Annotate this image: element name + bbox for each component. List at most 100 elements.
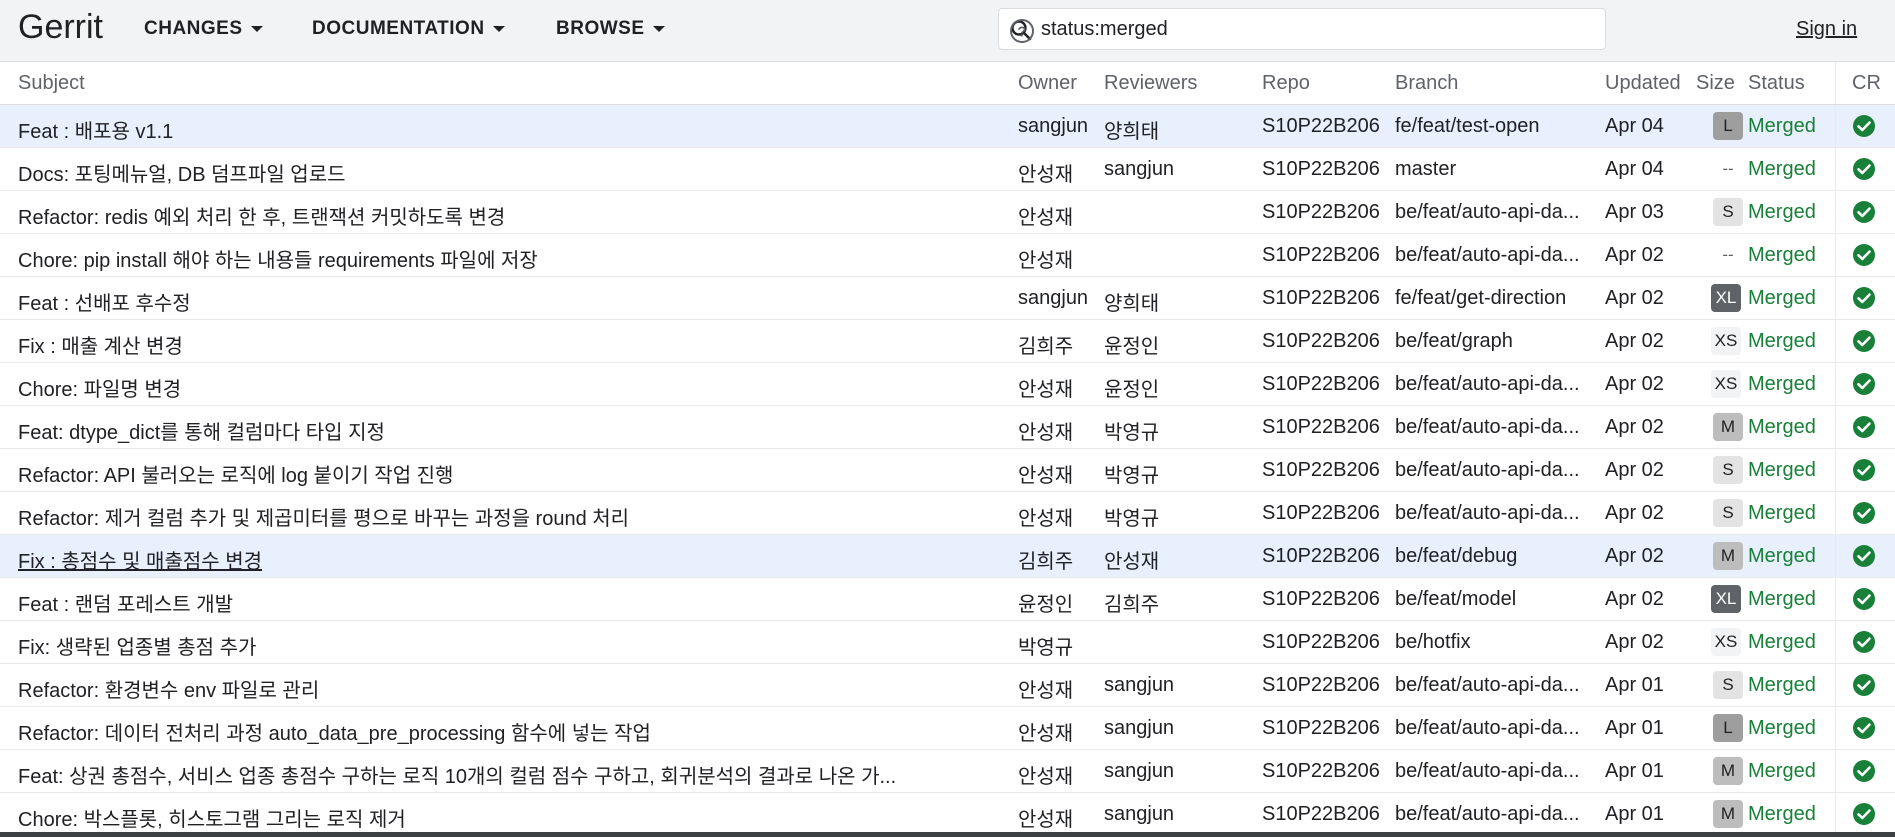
repo-cell[interactable]: S10P22B206: [1262, 201, 1392, 224]
owner-cell[interactable]: 김희주: [1018, 545, 1098, 574]
table-row[interactable]: Fix : 매출 계산 변경 김희주 윤정인 S10P22B206 be/feat/gr…: [0, 320, 1895, 363]
change-subject-link[interactable]: Fix: 생략된 업종별 총점 추가: [18, 631, 988, 660]
reviewers-cell[interactable]: 윤정인: [1104, 373, 1254, 402]
owner-cell[interactable]: 안성재: [1018, 201, 1098, 230]
search-input[interactable]: [1041, 17, 1541, 41]
gerrit-logo[interactable]: Gerrit: [18, 8, 103, 47]
table-row[interactable]: Refactor: 환경변수 env 파일로 관리 안성재 sangjun S10P2…: [0, 664, 1895, 707]
change-subject-link[interactable]: Chore: 박스플롯, 히스토그램 그리는 로직 제거: [18, 803, 988, 832]
help-icon[interactable]: ?: [1009, 18, 1035, 44]
change-subject-link[interactable]: Fix : 매출 계산 변경: [18, 330, 988, 359]
branch-cell[interactable]: master: [1395, 158, 1590, 181]
branch-cell[interactable]: be/feat/auto-api-da...: [1395, 502, 1590, 525]
branch-cell[interactable]: be/feat/auto-api-da...: [1395, 760, 1590, 783]
table-row[interactable]: Feat: dtype_dict를 통해 컬럼마다 타입 지정 안성재 박영규 S10…: [0, 406, 1895, 449]
repo-cell[interactable]: S10P22B206: [1262, 760, 1392, 783]
reviewers-cell[interactable]: 윤정인: [1104, 330, 1254, 359]
repo-cell[interactable]: S10P22B206: [1262, 803, 1392, 826]
owner-cell[interactable]: 안성재: [1018, 717, 1098, 746]
reviewers-cell[interactable]: 양희태: [1104, 287, 1254, 316]
change-subject-link[interactable]: Refactor: redis 예외 처리 한 후, 트랜잭션 커밋하도록 변경: [18, 201, 988, 230]
table-row[interactable]: Fix: 생략된 업종별 총점 추가 박영규 S10P22B206 be/hotfix…: [0, 621, 1895, 664]
branch-cell[interactable]: be/feat/auto-api-da...: [1395, 674, 1590, 697]
owner-cell[interactable]: 안성재: [1018, 803, 1098, 832]
reviewers-cell[interactable]: sangjun: [1104, 803, 1254, 826]
owner-cell[interactable]: 윤정인: [1018, 588, 1098, 617]
table-row[interactable]: Docs: 포팅메뉴얼, DB 덤프파일 업로드 안성재 sangjun S10P22…: [0, 148, 1895, 191]
owner-cell[interactable]: 안성재: [1018, 459, 1098, 488]
branch-cell[interactable]: fe/feat/get-direction: [1395, 287, 1590, 310]
reviewers-cell[interactable]: sangjun: [1104, 717, 1254, 740]
repo-cell[interactable]: S10P22B206: [1262, 674, 1392, 697]
table-row[interactable]: Refactor: API 불러오는 로직에 log 붙이기 작업 진행 안성재 박…: [0, 449, 1895, 492]
change-subject-link[interactable]: Fix : 총점수 및 매출점수 변경: [18, 545, 988, 574]
branch-cell[interactable]: be/hotfix: [1395, 631, 1590, 654]
change-subject-link[interactable]: Refactor: 환경변수 env 파일로 관리: [18, 674, 988, 703]
branch-cell[interactable]: fe/feat/test-open: [1395, 115, 1590, 138]
change-subject-link[interactable]: Feat : 선배포 후수정: [18, 287, 988, 316]
owner-cell[interactable]: sangjun: [1018, 287, 1098, 310]
repo-cell[interactable]: S10P22B206: [1262, 416, 1392, 439]
repo-cell[interactable]: S10P22B206: [1262, 502, 1392, 525]
change-subject-link[interactable]: Docs: 포팅메뉴얼, DB 덤프파일 업로드: [18, 158, 988, 187]
table-row[interactable]: Refactor: 제거 컬럼 추가 및 제곱미터를 평으로 바꾸는 과정을 r…: [0, 492, 1895, 535]
branch-cell[interactable]: be/feat/auto-api-da...: [1395, 201, 1590, 224]
change-subject-link[interactable]: Refactor: 제거 컬럼 추가 및 제곱미터를 평으로 바꾸는 과정을 r…: [18, 502, 988, 531]
reviewers-cell[interactable]: sangjun: [1104, 158, 1254, 181]
reviewers-cell[interactable]: sangjun: [1104, 674, 1254, 697]
reviewers-cell[interactable]: 안성재: [1104, 545, 1254, 574]
table-row[interactable]: Feat : 선배포 후수정 sangjun 양희태 S10P22B206 fe/fea…: [0, 277, 1895, 320]
repo-cell[interactable]: S10P22B206: [1262, 158, 1392, 181]
owner-cell[interactable]: 안성재: [1018, 373, 1098, 402]
branch-cell[interactable]: be/feat/auto-api-da...: [1395, 373, 1590, 396]
owner-cell[interactable]: 안성재: [1018, 674, 1098, 703]
reviewers-cell[interactable]: 김희주: [1104, 588, 1254, 617]
branch-cell[interactable]: be/feat/model: [1395, 588, 1590, 611]
table-row[interactable]: Refactor: 데이터 전처리 과정 auto_data_pre_proce…: [0, 707, 1895, 750]
branch-cell[interactable]: be/feat/auto-api-da...: [1395, 459, 1590, 482]
change-subject-link[interactable]: Refactor: API 불러오는 로직에 log 붙이기 작업 진행: [18, 459, 988, 488]
change-subject-link[interactable]: Feat : 배포용 v1.1: [18, 115, 988, 144]
repo-cell[interactable]: S10P22B206: [1262, 373, 1392, 396]
owner-cell[interactable]: 안성재: [1018, 502, 1098, 531]
reviewers-cell[interactable]: 박영규: [1104, 459, 1254, 488]
owner-cell[interactable]: 박영규: [1018, 631, 1098, 660]
owner-cell[interactable]: 안성재: [1018, 760, 1098, 789]
reviewers-cell[interactable]: 양희태: [1104, 115, 1254, 144]
owner-cell[interactable]: 안성재: [1018, 244, 1098, 273]
table-row[interactable]: Fix : 총점수 및 매출점수 변경 김희주 안성재 S10P22B206 be/fe…: [0, 535, 1895, 578]
table-row[interactable]: Chore: 박스플롯, 히스토그램 그리는 로직 제거 안성재 sangjun S1…: [0, 793, 1895, 836]
table-row[interactable]: Chore: 파일명 변경 안성재 윤정인 S10P22B206 be/feat/aut…: [0, 363, 1895, 406]
table-row[interactable]: Refactor: redis 예외 처리 한 후, 트랜잭션 커밋하도록 변경…: [0, 191, 1895, 234]
repo-cell[interactable]: S10P22B206: [1262, 459, 1392, 482]
repo-cell[interactable]: S10P22B206: [1262, 330, 1392, 353]
owner-cell[interactable]: 안성재: [1018, 416, 1098, 445]
change-subject-link[interactable]: Feat: 상권 총점수, 서비스 업종 총점수 구하는 로직 10개의 컬럼 …: [18, 760, 988, 789]
table-row[interactable]: Feat: 상권 총점수, 서비스 업종 총점수 구하는 로직 10개의 컬럼 …: [0, 750, 1895, 793]
table-row[interactable]: Chore: pip install 해야 하는 내용들 requirement…: [0, 234, 1895, 277]
nav-documentation-menu[interactable]: DOCUMENTATION: [312, 18, 505, 40]
repo-cell[interactable]: S10P22B206: [1262, 631, 1392, 654]
branch-cell[interactable]: be/feat/graph: [1395, 330, 1590, 353]
repo-cell[interactable]: S10P22B206: [1262, 115, 1392, 138]
reviewers-cell[interactable]: 박영규: [1104, 416, 1254, 445]
branch-cell[interactable]: be/feat/auto-api-da...: [1395, 717, 1590, 740]
owner-cell[interactable]: 안성재: [1018, 158, 1098, 187]
change-subject-link[interactable]: Feat : 랜덤 포레스트 개발: [18, 588, 988, 617]
repo-cell[interactable]: S10P22B206: [1262, 588, 1392, 611]
change-subject-link[interactable]: Chore: pip install 해야 하는 내용들 requirement…: [18, 244, 988, 273]
owner-cell[interactable]: sangjun: [1018, 115, 1098, 138]
repo-cell[interactable]: S10P22B206: [1262, 244, 1392, 267]
change-subject-link[interactable]: Chore: 파일명 변경: [18, 373, 988, 402]
reviewers-cell[interactable]: sangjun: [1104, 760, 1254, 783]
branch-cell[interactable]: be/feat/auto-api-da...: [1395, 803, 1590, 826]
repo-cell[interactable]: S10P22B206: [1262, 717, 1392, 740]
branch-cell[interactable]: be/feat/debug: [1395, 545, 1590, 568]
owner-cell[interactable]: 김희주: [1018, 330, 1098, 359]
nav-browse-menu[interactable]: BROWSE: [556, 18, 665, 40]
branch-cell[interactable]: be/feat/auto-api-da...: [1395, 244, 1590, 267]
repo-cell[interactable]: S10P22B206: [1262, 545, 1392, 568]
table-row[interactable]: Feat : 배포용 v1.1 sangjun 양희태 S10P22B206 fe/fe…: [0, 105, 1895, 148]
reviewers-cell[interactable]: 박영규: [1104, 502, 1254, 531]
change-subject-link[interactable]: Feat: dtype_dict를 통해 컬럼마다 타입 지정: [18, 416, 988, 445]
